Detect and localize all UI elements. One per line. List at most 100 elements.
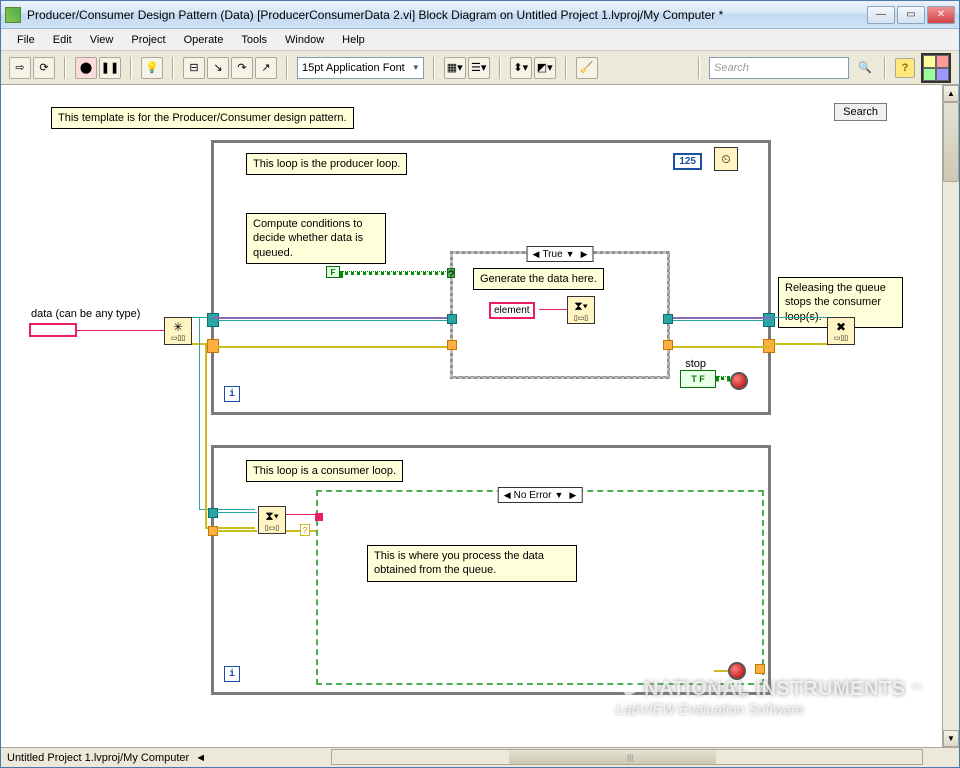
search-icon[interactable]: 🔍	[855, 58, 875, 78]
wire[interactable]	[205, 343, 207, 527]
generate-comment[interactable]: Generate the data here.	[473, 268, 604, 290]
status-nav-back[interactable]: ◄	[195, 752, 206, 764]
consumer-while-loop[interactable]: This loop is a consumer loop. ⧗▾ ▯▭▯ ? ◀	[211, 445, 771, 695]
obtain-queue-icon: ✳	[173, 320, 183, 334]
horizontal-scrollbar[interactable]: |||	[331, 749, 923, 765]
statusbar: Untitled Project 1.lvproj/My Computer ◄ …	[1, 747, 959, 767]
search-button-canvas[interactable]: Search	[834, 103, 887, 121]
titlebar: Producer/Consumer Design Pattern (Data) …	[1, 1, 959, 29]
scroll-thumb[interactable]	[509, 750, 716, 764]
wire[interactable]	[340, 271, 450, 275]
wait-ms-constant[interactable]: 125	[673, 153, 702, 170]
case-tunnel[interactable]	[755, 664, 765, 674]
dequeue-element-node[interactable]: ⧗▾ ▯▭▯	[258, 506, 286, 534]
obtain-queue-node[interactable]: ✳ ▭▯▯	[164, 317, 192, 345]
step-over-button[interactable]: ↷	[231, 57, 253, 79]
menu-edit[interactable]: Edit	[45, 32, 80, 48]
element-constant[interactable]: element	[489, 302, 535, 319]
case-tunnel[interactable]	[663, 314, 673, 324]
wire[interactable]	[286, 514, 316, 515]
cleanup-button[interactable]: 🧹	[576, 57, 598, 79]
consumer-case-structure[interactable]: ◀ No Error ▼ ▶ This is where you process…	[316, 490, 764, 685]
case-tunnel[interactable]	[447, 314, 457, 324]
wire[interactable]	[217, 512, 257, 513]
wire[interactable]	[714, 670, 728, 672]
menu-view[interactable]: View	[82, 32, 122, 48]
wire[interactable]	[217, 530, 257, 532]
step-out-button[interactable]: ↗	[255, 57, 277, 79]
run-button[interactable]: ⇨	[9, 57, 31, 79]
align-button[interactable]: ▦▾	[444, 57, 466, 79]
case-prev-icon[interactable]: ◀	[530, 249, 543, 260]
close-button[interactable]: ✕	[927, 6, 955, 24]
case-tunnel[interactable]	[447, 340, 457, 350]
case-prev-icon[interactable]: ◀	[501, 490, 514, 501]
wire[interactable]	[771, 317, 827, 318]
run-continuous-button[interactable]: ⟳	[33, 57, 55, 79]
reorder-button[interactable]: ◩▾	[534, 57, 556, 79]
status-path: Untitled Project 1.lvproj/My Computer	[7, 752, 189, 764]
menu-help[interactable]: Help	[334, 32, 373, 48]
process-comment[interactable]: This is where you process the data obtai…	[367, 545, 577, 582]
wait-ms-node[interactable]: ⏲	[714, 147, 738, 171]
abort-button[interactable]: ⬤	[75, 57, 97, 79]
minimize-button[interactable]: —	[867, 6, 895, 24]
step-into-button[interactable]: ↘	[207, 57, 229, 79]
case-next-icon[interactable]: ▶	[566, 490, 579, 501]
vi-icon[interactable]	[921, 53, 951, 83]
case-dropdown-icon[interactable]: ▼	[563, 249, 578, 259]
case-tunnel-pink[interactable]	[315, 513, 323, 521]
wire[interactable]	[77, 330, 165, 331]
false-constant[interactable]: F	[326, 266, 340, 278]
template-comment[interactable]: This template is for the Producer/Consum…	[51, 107, 354, 129]
search-input[interactable]: Search	[709, 57, 849, 79]
iteration-terminal[interactable]: i	[224, 666, 240, 682]
resize-button[interactable]: ⬍▾	[510, 57, 532, 79]
maximize-button[interactable]: ▭	[897, 6, 925, 24]
enqueue-element-node[interactable]: ⧗▾ ▯▭▯	[567, 296, 595, 324]
highlight-execution-button[interactable]: 💡	[141, 57, 163, 79]
wire[interactable]	[771, 343, 827, 345]
release-queue-icon: ✖	[836, 320, 846, 334]
block-diagram-canvas[interactable]: This template is for the Producer/Consum…	[1, 85, 942, 747]
compute-comment[interactable]: Compute conditions to decide whether dat…	[246, 213, 386, 264]
producer-while-loop[interactable]: This loop is the producer loop. 125 ⏲ Co…	[211, 140, 771, 415]
case-selector-consumer[interactable]: ◀ No Error ▼ ▶	[498, 487, 583, 503]
scroll-down-button[interactable]: ▼	[943, 730, 959, 747]
wire[interactable]	[716, 376, 730, 380]
case-dropdown-icon[interactable]: ▼	[551, 490, 566, 500]
iteration-terminal[interactable]: i	[224, 386, 240, 402]
menu-project[interactable]: Project	[123, 32, 173, 48]
case-selector-producer[interactable]: ◀ True ▼ ▶	[527, 246, 594, 262]
scroll-thumb[interactable]	[943, 102, 959, 182]
case-label: No Error	[514, 490, 552, 501]
data-constant[interactable]	[29, 323, 77, 337]
font-dropdown[interactable]: 15pt Application Font	[297, 57, 424, 79]
consumer-loop-comment[interactable]: This loop is a consumer loop.	[246, 460, 403, 482]
vertical-scrollbar[interactable]: ▲ ▼	[942, 85, 959, 747]
menu-tools[interactable]: Tools	[233, 32, 275, 48]
pause-button[interactable]: ❚❚	[99, 57, 121, 79]
hourglass-icon: ⧗▾	[265, 509, 278, 524]
case-next-icon[interactable]: ▶	[578, 249, 591, 260]
distribute-button[interactable]: ☰▾	[468, 57, 490, 79]
error-tunnel[interactable]: ?	[300, 524, 310, 536]
menubar: File Edit View Project Operate Tools Win…	[1, 29, 959, 51]
menu-file[interactable]: File	[9, 32, 43, 48]
loop-stop-terminal[interactable]	[730, 372, 748, 390]
retain-wire-button[interactable]: ⊟	[183, 57, 205, 79]
stop-control-tf[interactable]: T F	[680, 370, 716, 388]
release-queue-node[interactable]: ✖ ▭▯▯	[827, 317, 855, 345]
case-tunnel[interactable]	[663, 340, 673, 350]
menu-window[interactable]: Window	[277, 32, 332, 48]
wire[interactable]	[539, 309, 567, 310]
menu-operate[interactable]: Operate	[176, 32, 232, 48]
case-selector-terminal[interactable]: ?	[447, 268, 455, 278]
loop-tunnel[interactable]	[208, 508, 218, 518]
context-help-button[interactable]: ?	[895, 58, 915, 78]
producer-loop-comment[interactable]: This loop is the producer loop.	[246, 153, 407, 175]
wire[interactable]	[199, 317, 200, 509]
producer-case-structure[interactable]: ◀ True ▼ ▶ Generate the data here. eleme…	[450, 251, 670, 379]
scroll-up-button[interactable]: ▲	[943, 85, 959, 102]
loop-stop-terminal[interactable]	[728, 662, 746, 680]
